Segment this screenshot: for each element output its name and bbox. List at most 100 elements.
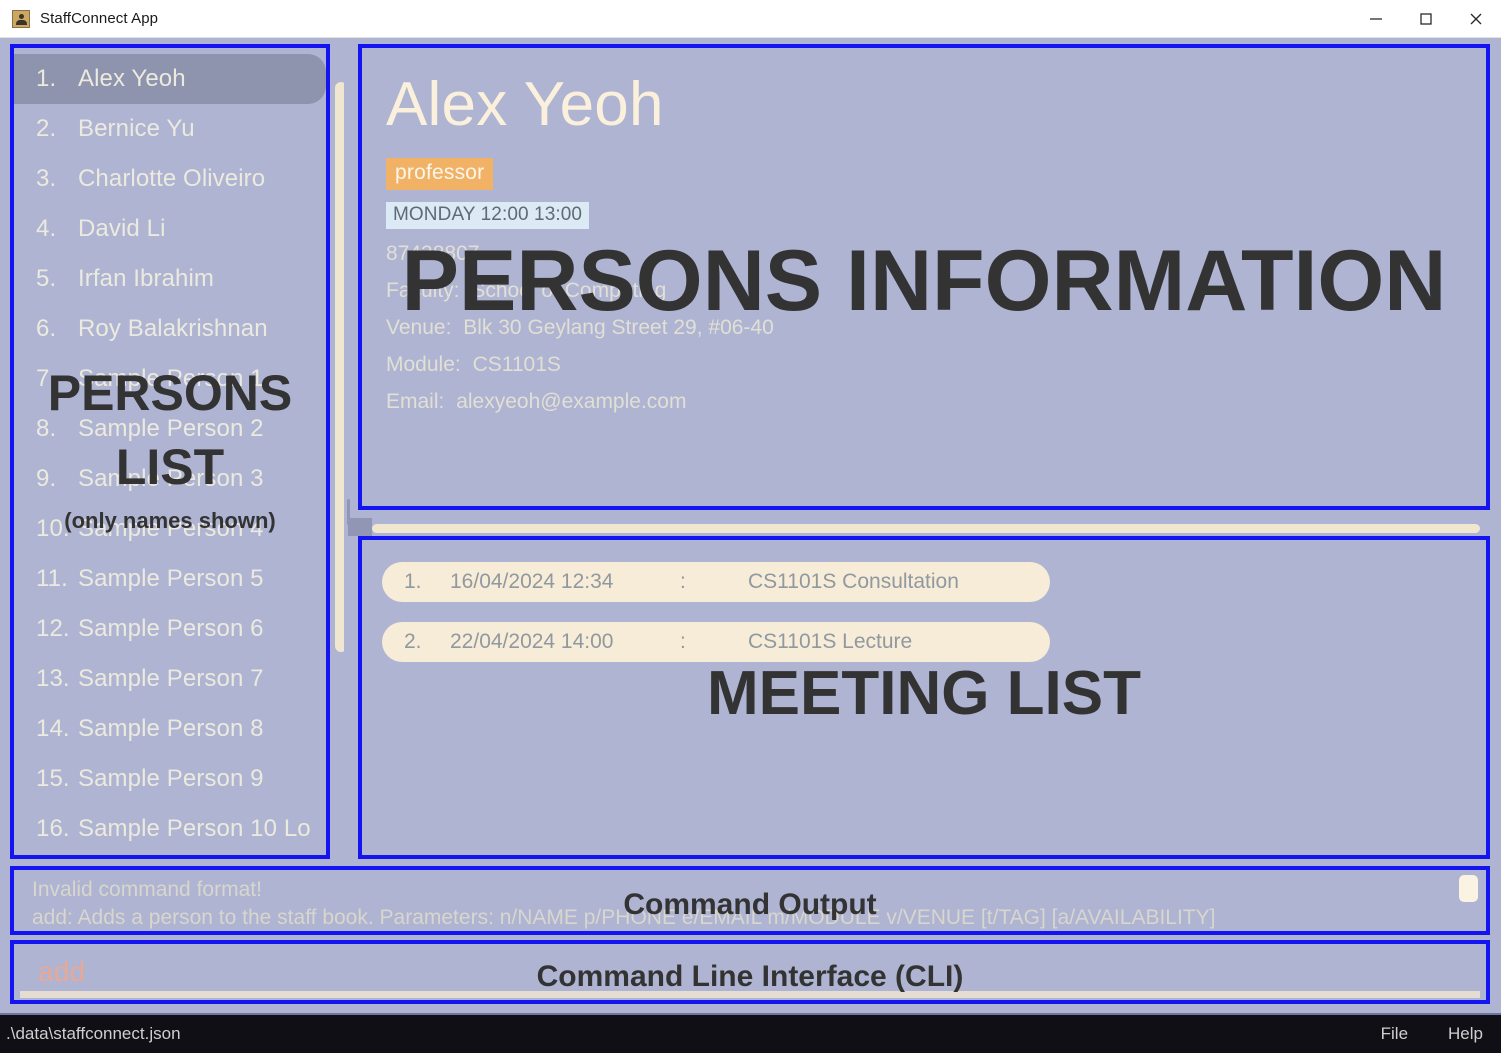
person-list-item-name: David Li <box>78 215 166 242</box>
venue-label: Venue: <box>386 316 452 339</box>
person-list-item[interactable]: 15. Sample Person 9 <box>14 754 326 804</box>
main-content: 1. Alex Yeoh 2. Bernice Yu 3. Charlotte Olive… <box>0 38 1501 1013</box>
person-email: Email: alexyeoh@example.com <box>386 390 1486 414</box>
person-list-item[interactable]: 12. Sample Person 6 <box>14 604 326 654</box>
command-output-scrollbar-thumb[interactable] <box>1459 875 1478 902</box>
person-name: Alex Yeoh <box>386 70 664 139</box>
person-list-item-index: 10. <box>36 515 70 542</box>
command-output-panel[interactable]: Invalid command format! add: Adds a pers… <box>10 866 1490 935</box>
person-list-item[interactable]: 10. Sample Person 4 <box>14 504 326 554</box>
person-tags: professor <box>386 158 1486 190</box>
person-list-item[interactable]: 4. David Li <box>14 204 326 254</box>
menu-item-help[interactable]: Help <box>1448 1024 1483 1044</box>
meeting-separator: : <box>680 570 686 593</box>
person-list-item-index: 7. <box>36 365 57 392</box>
meeting-description: CS1101S Lecture <box>748 630 913 653</box>
person-list-item-index: 12. <box>36 615 70 642</box>
vertical-splitter[interactable] <box>344 44 353 859</box>
person-list-item[interactable]: 6. Roy Balakrishnan <box>14 304 326 354</box>
faculty-value: School of Computing <box>471 279 667 302</box>
person-list-item[interactable]: 3. Charlotte Oliveiro <box>14 154 326 204</box>
meeting-list-panel[interactable]: 1. 16/04/2024 12:34: CS1101S Consultation 2… <box>358 536 1490 859</box>
close-icon[interactable] <box>1451 0 1501 38</box>
module-label: Module: <box>386 353 461 376</box>
venue-value: Blk 30 Geylang Street 29, #06-40 <box>463 316 774 339</box>
email-label: Email: <box>386 390 445 413</box>
window-title: StaffConnect App <box>40 10 159 27</box>
person-list-item[interactable]: 14. Sample Person 8 <box>14 704 326 754</box>
person-list-item-name: Sample Person 7 <box>78 665 264 692</box>
person-list-item-name: Sample Person 8 <box>78 715 264 742</box>
command-input-value[interactable]: add <box>14 956 85 988</box>
person-list-item[interactable]: 13. Sample Person 7 <box>14 654 326 704</box>
persons-list-panel[interactable]: 1. Alex Yeoh 2. Bernice Yu 3. Charlotte Olive… <box>10 44 330 859</box>
person-list-item-index: 2. <box>36 115 57 142</box>
meeting-list-item[interactable]: 2. 22/04/2024 14:00: CS1101S Lecture <box>382 622 1050 662</box>
person-list-item-name: Charlotte Oliveiro <box>78 165 266 192</box>
person-list-item[interactable]: 16. Sample Person 10 Lo <box>14 804 326 854</box>
person-venue: Venue: Blk 30 Geylang Street 29, #06-40 <box>386 316 1486 340</box>
horizontal-splitter-bar[interactable] <box>372 524 1480 533</box>
meeting-list-item[interactable]: 1. 16/04/2024 12:34: CS1101S Consultation <box>382 562 1050 602</box>
person-list-item-index: 15. <box>36 765 70 792</box>
person-list-item-name: Irfan Ibrahim <box>78 265 215 292</box>
person-list-item-name: Sample Person 2 <box>78 415 264 442</box>
meeting-datetime: 16/04/2024 12:34 <box>450 570 614 593</box>
person-availabilities: MONDAY 12:00 13:00 <box>386 202 1486 229</box>
app-icon <box>12 9 30 28</box>
minimize-icon[interactable] <box>1351 0 1401 38</box>
availability-badge: MONDAY 12:00 13:00 <box>386 202 590 229</box>
person-list-item[interactable]: 2. Bernice Yu <box>14 104 326 154</box>
person-list-item-index: 13. <box>36 665 70 692</box>
person-list-item[interactable]: 5. Irfan Ibrahim <box>14 254 326 304</box>
person-list-item[interactable]: 1. Alex Yeoh <box>14 54 326 104</box>
meeting-datetime: 22/04/2024 14:00 <box>450 630 614 653</box>
person-list-item-index: 9. <box>36 465 57 492</box>
person-list-item-name: Sample Person 3 <box>78 465 264 492</box>
person-list-item-index: 1. <box>36 65 57 92</box>
person-list-item-name: Sample Person 6 <box>78 615 264 642</box>
tag-badge: professor <box>386 158 494 190</box>
person-list-item-name: Alex Yeoh <box>78 65 186 92</box>
person-list-item-name: Sample Person 9 <box>78 765 264 792</box>
meeting-separator: : <box>680 630 686 653</box>
person-list-item[interactable]: 8. Sample Person 2 <box>14 404 326 454</box>
horizontal-splitter-grip[interactable] <box>348 518 372 536</box>
command-input-underline <box>20 991 1480 998</box>
meeting-index: 1. <box>404 570 422 593</box>
person-list-item-index: 11. <box>36 565 68 592</box>
person-list-item[interactable]: 7. Sample Person 1 <box>14 354 326 404</box>
persons-list-scroll-area[interactable]: 1. Alex Yeoh 2. Bernice Yu 3. Charlotte Olive… <box>14 48 326 855</box>
title-bar: StaffConnect App <box>0 0 1501 38</box>
menu-bar: File Help <box>1341 1024 1501 1044</box>
person-faculty: Faculty: School of Computing <box>386 279 1486 303</box>
person-list-item-name: Bernice Yu <box>78 115 195 142</box>
application-window: StaffConnect App 1. Alex Yeoh 2. Bernice Yu… <box>0 0 1501 1053</box>
person-list-item-index: 6. <box>36 315 57 342</box>
person-phone: 87438807 <box>386 242 480 265</box>
module-value: CS1101S <box>472 353 561 376</box>
person-list-item-name: Sample Person 5 <box>78 565 264 592</box>
person-list-item-name: Sample Person 1 <box>78 365 264 392</box>
command-line-input[interactable]: add <box>10 940 1490 1004</box>
person-list-item-index: 16. <box>36 815 70 842</box>
person-list-item[interactable]: 9. Sample Person 3 <box>14 454 326 504</box>
person-list-item-name: Roy Balakrishnan <box>78 315 268 342</box>
person-list-item-name: Sample Person 10 Lo <box>78 815 311 842</box>
person-list-item-index: 5. <box>36 265 57 292</box>
meeting-list-items[interactable]: 1. 16/04/2024 12:34: CS1101S Consultation 2… <box>362 540 1486 662</box>
person-list-item-index: 14. <box>36 715 70 742</box>
email-value: alexyeoh@example.com <box>456 390 687 413</box>
person-list-item[interactable]: 11. Sample Person 5 <box>14 554 326 604</box>
menu-item-file[interactable]: File <box>1381 1024 1408 1044</box>
command-output-line-2: add: Adds a person to the staff book. Pa… <box>32 905 1216 929</box>
status-file-path: .\data\staffconnect.json <box>6 1024 181 1043</box>
window-controls <box>1351 0 1501 38</box>
command-output-line-1: Invalid command format! <box>32 878 262 901</box>
meeting-description: CS1101S Consultation <box>748 570 959 593</box>
person-information-panel: Alex Yeoh professor MONDAY 12:00 13:00 8… <box>358 44 1490 510</box>
horizontal-splitter[interactable] <box>348 516 1490 538</box>
maximize-icon[interactable] <box>1401 0 1451 38</box>
person-list-item-name: Sample Person 4 <box>78 515 264 542</box>
status-bar: .\data\staffconnect.json File Help <box>0 1013 1501 1053</box>
